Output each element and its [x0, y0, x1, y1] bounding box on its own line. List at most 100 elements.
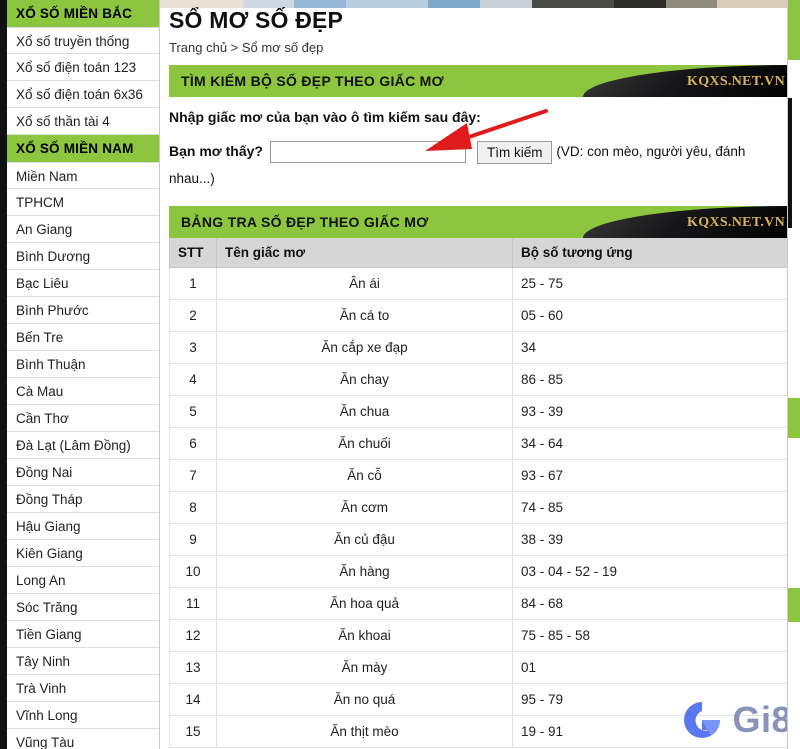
- sidebar-item[interactable]: Bình Dương: [7, 243, 159, 270]
- cell-stt: 15: [169, 714, 217, 748]
- right-rail-green-segment: [788, 398, 800, 438]
- right-rail-sliver: [787, 0, 800, 749]
- right-rail-green-segment: [788, 588, 800, 622]
- table-row: 15 Ăn thịt mèo 19 - 91: [169, 714, 787, 748]
- table-row: 11 Ăn hoa quả 84 - 68: [169, 586, 787, 620]
- sidebar-item[interactable]: Xổ số điện toán 6x36: [7, 81, 159, 108]
- cell-dream-name: Ăn cá to: [216, 298, 513, 332]
- cell-numbers: 19 - 91: [512, 714, 787, 748]
- sidebar-item[interactable]: Miền Nam: [7, 162, 159, 189]
- sidebar-item[interactable]: An Giang: [7, 216, 159, 243]
- cell-dream-name: Ân ái: [216, 266, 513, 300]
- sidebar-item[interactable]: Đồng Nai: [7, 459, 159, 486]
- table-header-row: STT Tên giấc mơ Bộ số tương ứng: [169, 238, 787, 268]
- table-row: 7 Ăn cỗ 93 - 67: [169, 458, 787, 492]
- sidebar-item[interactable]: Vũng Tàu: [7, 729, 159, 749]
- sidebar-item[interactable]: Hậu Giang: [7, 513, 159, 540]
- sidebar-item[interactable]: Xổ số thần tài 4: [7, 108, 159, 135]
- sidebar-item[interactable]: Bạc Liêu: [7, 270, 159, 297]
- cell-numbers: 75 - 85 - 58: [512, 618, 787, 652]
- sidebar-item[interactable]: Bình Phước: [7, 297, 159, 324]
- table-row: 5 Ăn chua 93 - 39: [169, 394, 787, 428]
- cell-dream-name: Ăn thịt mèo: [216, 714, 513, 748]
- cell-dream-name: Ăn khoai: [216, 618, 513, 652]
- sidebar-item[interactable]: Đà Lạt (Lâm Đồng): [7, 432, 159, 459]
- cell-dream-name: Ăn chua: [216, 394, 513, 428]
- cell-stt: 12: [169, 618, 217, 652]
- sidebar-item[interactable]: Đồng Tháp: [7, 486, 159, 513]
- cell-numbers: 01: [512, 650, 787, 684]
- right-rail-green-segment: [788, 0, 800, 60]
- cell-numbers: 93 - 67: [512, 458, 787, 492]
- cell-stt: 10: [169, 554, 217, 588]
- right-rail-gap: [788, 60, 800, 98]
- sidebar-section-heading: XỔ SỐ MIỀN BẮC: [7, 0, 159, 27]
- table-row: 8 Ăn cơm 74 - 85: [169, 490, 787, 524]
- table-row: 2 Ăn cá to 05 - 60: [169, 298, 787, 332]
- sidebar-item[interactable]: Tiền Giang: [7, 621, 159, 648]
- sidebar-item[interactable]: Kiên Giang: [7, 540, 159, 567]
- cell-numbers: 84 - 68: [512, 586, 787, 620]
- search-button[interactable]: Tìm kiếm: [476, 140, 553, 164]
- sidebar-item[interactable]: Sóc Trăng: [7, 594, 159, 621]
- table-row: 9 Ăn củ đậu 38 - 39: [169, 522, 787, 556]
- cell-numbers: 74 - 85: [512, 490, 787, 524]
- table-row: 13 Ăn mày 01: [169, 650, 787, 684]
- sidebar-item[interactable]: Tây Ninh: [7, 648, 159, 675]
- cell-dream-name: Ăn hoa quả: [216, 586, 513, 620]
- sidebar-item[interactable]: Cần Thơ: [7, 405, 159, 432]
- cell-stt: 3: [169, 330, 217, 364]
- cell-dream-name: Ăn cơm: [216, 490, 513, 524]
- sidebar-item[interactable]: Bến Tre: [7, 324, 159, 351]
- cell-stt: 1: [169, 266, 217, 300]
- cell-numbers: 95 - 79: [512, 682, 787, 716]
- cell-numbers: 86 - 85: [512, 362, 787, 396]
- cell-stt: 4: [169, 362, 217, 396]
- breadcrumb[interactable]: Trang chủ > Sổ mơ số đẹp: [169, 40, 787, 56]
- cell-dream-name: Ăn chay: [216, 362, 513, 396]
- cell-dream-name: Ăn cắp xe đạp: [216, 330, 513, 364]
- cell-dream-name: Ăn no quá: [216, 682, 513, 716]
- cell-stt: 6: [169, 426, 217, 460]
- sidebar-item[interactable]: TPHCM: [7, 189, 159, 216]
- sidebar-item[interactable]: Xổ số truyền thống: [7, 27, 159, 54]
- cell-stt: 9: [169, 522, 217, 556]
- sidebar: XỔ SỐ MIỀN BẮC Xổ số truyền thống Xổ số đi…: [0, 0, 160, 749]
- search-instruction: Nhập giấc mơ của bạn vào ô tìm kiếm sau …: [169, 109, 481, 125]
- search-input[interactable]: [269, 141, 466, 164]
- sidebar-item[interactable]: Long An: [7, 567, 159, 594]
- right-rail-gap: [788, 622, 800, 749]
- table-row: 3 Ăn cắp xe đạp 34: [169, 330, 787, 364]
- main-content: SỔ MƠ SỐ ĐẸP Trang chủ > Sổ mơ số đẹp TÌ…: [161, 0, 787, 749]
- column-header-numbers: Bộ số tương ứng: [512, 238, 787, 268]
- cell-stt: 14: [169, 682, 217, 716]
- banner-swoosh-shape: KQXS.NET.VN: [583, 206, 787, 238]
- cell-numbers: 93 - 39: [512, 394, 787, 428]
- table-row: 14 Ăn no quá 95 - 79: [169, 682, 787, 716]
- sidebar-item[interactable]: Bình Thuận: [7, 351, 159, 378]
- page-root: XỔ SỐ MIỀN BẮC Xổ số truyền thống Xổ số đi…: [0, 0, 800, 749]
- sidebar-item[interactable]: Cà Mau: [7, 378, 159, 405]
- cell-stt: 5: [169, 394, 217, 428]
- cell-numbers: 38 - 39: [512, 522, 787, 556]
- sidebar-item[interactable]: Vĩnh Long: [7, 702, 159, 729]
- cell-stt: 8: [169, 490, 217, 524]
- column-header-name: Tên giấc mơ: [216, 238, 513, 268]
- search-form: Bạn mơ thấy? Tìm kiếm (VD: con mèo, người…: [169, 138, 787, 192]
- site-brand-logo: KQXS.NET.VN: [687, 74, 785, 89]
- right-rail-dark-segment: [788, 98, 800, 228]
- search-banner-title: TÌM KIẾM BỘ SỐ ĐẸP THEO GIẤC MƠ: [181, 73, 444, 89]
- cell-numbers: 05 - 60: [512, 298, 787, 332]
- cell-dream-name: Ăn chuối: [216, 426, 513, 460]
- right-rail-gap: [788, 228, 800, 398]
- right-rail-gap: [788, 438, 800, 588]
- table-row: 10 Ăn hàng 03 - 04 - 52 - 19: [169, 554, 787, 588]
- sidebar-item[interactable]: Trà Vinh: [7, 675, 159, 702]
- cell-numbers: 03 - 04 - 52 - 19: [512, 554, 787, 588]
- table-row: 6 Ăn chuối 34 - 64: [169, 426, 787, 460]
- table-head: STT Tên giấc mơ Bộ số tương ứng: [169, 238, 787, 268]
- sidebar-item[interactable]: Xổ số điện toán 123: [7, 54, 159, 81]
- table-row: 12 Ăn khoai 75 - 85 - 58: [169, 618, 787, 652]
- table-body: 1 Ân ái 25 - 75 2 Ăn cá to 05 - 60 3 Ăn cắp xe …: [169, 266, 787, 748]
- table-section-banner: BẢNG TRA SỐ ĐẸP THEO GIẤC MƠ KQXS.NET.VN: [169, 206, 787, 238]
